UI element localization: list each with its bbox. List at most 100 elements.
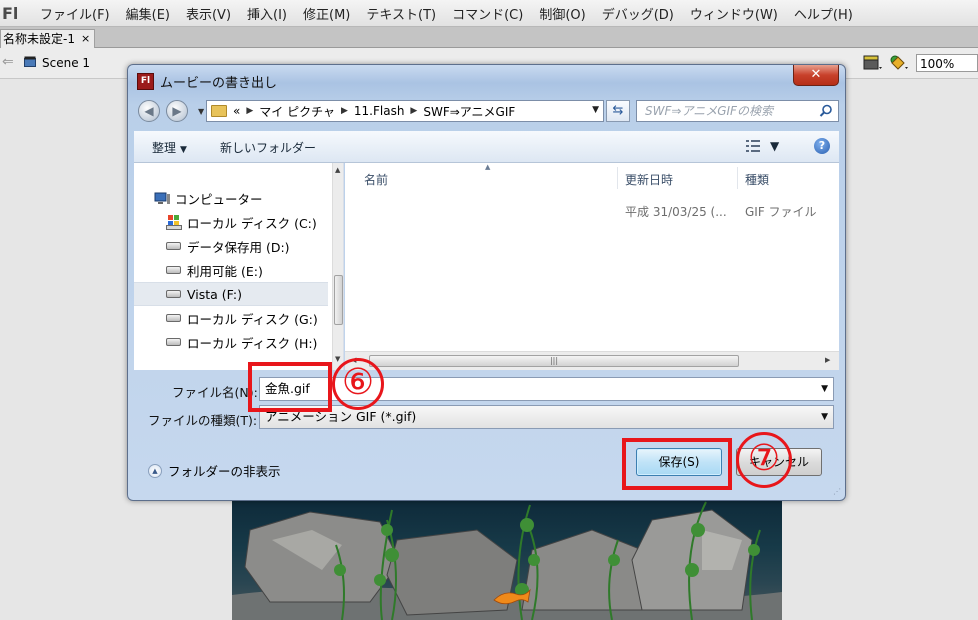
zoom-field[interactable]: 100% bbox=[916, 54, 978, 72]
aquarium-artwork bbox=[232, 501, 782, 620]
hide-folders-label: フォルダーの非表示 bbox=[168, 464, 281, 479]
flash-app-icon: Fl bbox=[137, 73, 154, 90]
chevron-right-icon[interactable]: ▶ bbox=[246, 106, 253, 116]
sort-ascending-icon: ▲ bbox=[485, 163, 491, 171]
filename-label: ファイル名(N): bbox=[172, 385, 258, 400]
menu-insert[interactable]: 挿入(I) bbox=[239, 4, 295, 23]
column-header-date[interactable]: 更新日時 bbox=[625, 171, 673, 188]
step-6-marker: ⑥ bbox=[332, 358, 384, 410]
nav-item-label: ローカル ディスク (G:) bbox=[187, 311, 318, 327]
nav-pane-scrollbar[interactable]: ▲ ▼ bbox=[332, 163, 343, 370]
edit-symbol-icon[interactable] bbox=[888, 53, 910, 73]
navigation-pane: コンピューター ローカル ディスク (C:) データ保存用 (D:) 利用可能 … bbox=[134, 163, 344, 370]
drive-icon bbox=[166, 266, 181, 274]
column-header-type[interactable]: 種類 bbox=[745, 171, 769, 188]
menu-window[interactable]: ウィンドウ(W) bbox=[682, 4, 786, 23]
nav-item-drive-f[interactable]: Vista (F:) bbox=[134, 282, 328, 306]
menu-modify[interactable]: 修正(M) bbox=[295, 4, 358, 23]
filename-dropdown-icon[interactable]: ▼ bbox=[821, 378, 828, 400]
nav-item-label: ローカル ディスク (C:) bbox=[187, 215, 317, 231]
dialog-close-button[interactable]: ✕ bbox=[793, 65, 839, 86]
command-bar: 整理 ▼ 新しいフォルダー ▼ ? bbox=[134, 131, 839, 163]
organize-menu[interactable]: 整理 ▼ bbox=[152, 139, 187, 156]
forward-button[interactable]: ▶ bbox=[166, 100, 188, 122]
chevron-right-icon[interactable]: ▶ bbox=[410, 106, 417, 116]
hide-folders-toggle[interactable]: ▲ フォルダーの非表示 bbox=[148, 461, 281, 480]
breadcrumb-my-pictures[interactable]: マイ ピクチャ bbox=[259, 103, 335, 120]
drive-icon bbox=[166, 314, 181, 322]
nav-item-drive-h[interactable]: ローカル ディスク (H:) bbox=[166, 331, 328, 353]
back-button[interactable]: ◀ bbox=[138, 100, 160, 122]
filetype-dropdown-icon[interactable]: ▼ bbox=[821, 406, 828, 428]
nav-pane-scroll-thumb[interactable] bbox=[334, 275, 343, 325]
scroll-right-icon[interactable]: ▶ bbox=[825, 356, 830, 364]
breadcrumb-overflow[interactable]: « bbox=[233, 104, 240, 118]
highlight-box-filename bbox=[248, 362, 332, 412]
help-icon[interactable]: ? bbox=[814, 138, 830, 154]
nav-item-label: 利用可能 (E:) bbox=[187, 263, 263, 279]
chevron-down-icon: ▼ bbox=[180, 145, 187, 155]
file-list: ▲ 名前 更新日時 種類 平成 31/03/25 (... GIF ファイル bbox=[345, 163, 839, 370]
menu-commands[interactable]: コマンド(C) bbox=[444, 4, 531, 23]
address-bar[interactable]: « ▶ マイ ピクチャ ▶ 11.Flash ▶ SWF⇒アニメGIF ▼ bbox=[206, 100, 604, 122]
chevron-up-icon: ▲ bbox=[148, 463, 162, 478]
refresh-button[interactable]: ⇆ bbox=[606, 100, 630, 122]
scroll-down-icon[interactable]: ▼ bbox=[335, 355, 340, 363]
nav-item-drive-d[interactable]: データ保存用 (D:) bbox=[166, 235, 328, 257]
flash-logo: Fl bbox=[2, 3, 19, 23]
tab-close-icon[interactable]: × bbox=[81, 30, 90, 48]
highlight-box-save bbox=[622, 438, 732, 490]
dialog-title: ムービーの書き出し bbox=[160, 76, 278, 91]
new-folder-button[interactable]: 新しいフォルダー bbox=[220, 139, 316, 156]
breadcrumb-current[interactable]: SWF⇒アニメGIF bbox=[423, 103, 515, 120]
search-icon[interactable] bbox=[819, 104, 833, 118]
menu-control[interactable]: 制御(O) bbox=[531, 4, 593, 23]
scroll-up-icon[interactable]: ▲ bbox=[335, 166, 340, 174]
scene-label[interactable]: Scene 1 bbox=[42, 56, 90, 70]
filetype-label: ファイルの種類(T): bbox=[148, 413, 258, 428]
nav-item-drive-g[interactable]: ローカル ディスク (G:) bbox=[166, 307, 328, 329]
search-placeholder: SWF⇒アニメGIFの検索 bbox=[645, 104, 773, 118]
menu-text[interactable]: テキスト(T) bbox=[358, 4, 444, 23]
history-dropdown-icon[interactable]: ▼ bbox=[198, 107, 204, 116]
edit-scene-icon[interactable] bbox=[862, 53, 884, 73]
stage-canvas bbox=[232, 500, 782, 620]
nav-item-label: Vista (F:) bbox=[187, 286, 242, 302]
nav-item-drive-c[interactable]: ローカル ディスク (C:) bbox=[166, 211, 328, 233]
folder-icon bbox=[211, 105, 227, 117]
windows-drive-icon bbox=[166, 215, 182, 230]
menu-help[interactable]: ヘルプ(H) bbox=[786, 4, 861, 23]
column-header-name[interactable]: 名前 bbox=[364, 171, 388, 188]
filetype-select[interactable]: アニメーション GIF (*.gif) ▼ bbox=[259, 405, 834, 429]
document-tab[interactable]: 名称未設定-1 × bbox=[0, 29, 96, 48]
menu-file[interactable]: ファイル(F) bbox=[32, 4, 118, 23]
column-divider[interactable] bbox=[737, 167, 738, 189]
nav-item-label: コンピューター bbox=[175, 191, 263, 207]
breadcrumb-flash[interactable]: 11.Flash bbox=[354, 104, 405, 118]
nav-item-drive-e[interactable]: 利用可能 (E:) bbox=[166, 259, 328, 281]
search-input[interactable]: SWF⇒アニメGIFの検索 bbox=[636, 100, 839, 122]
view-dropdown-icon[interactable]: ▼ bbox=[770, 139, 779, 153]
file-list-hscrollbar[interactable]: ◀ ||| ▶ bbox=[345, 351, 839, 370]
drive-icon bbox=[166, 338, 181, 346]
nav-item-label: データ保存用 (D:) bbox=[187, 239, 290, 255]
step-7-marker: ⑦ bbox=[736, 432, 792, 488]
organize-label: 整理 bbox=[152, 141, 177, 155]
resize-grip-icon[interactable]: ⋰ bbox=[833, 487, 841, 496]
drive-icon bbox=[166, 290, 181, 298]
chevron-right-icon[interactable]: ▶ bbox=[341, 106, 348, 116]
menu-view[interactable]: 表示(V) bbox=[178, 4, 239, 23]
menu-debug[interactable]: デバッグ(D) bbox=[594, 4, 682, 23]
nav-item-computer[interactable]: コンピューター bbox=[154, 187, 328, 209]
export-movie-dialog: Fl ムービーの書き出し ✕ ◀ ▶ ▼ « ▶ マイ ピクチャ ▶ 11.Fl… bbox=[127, 64, 846, 501]
file-list-scroll-thumb[interactable]: ||| bbox=[369, 355, 739, 367]
menu-edit[interactable]: 編集(E) bbox=[118, 4, 178, 23]
file-date: 平成 31/03/25 (... bbox=[625, 205, 727, 219]
view-options-icon[interactable] bbox=[746, 139, 764, 153]
back-arrow-icon[interactable]: ⇐ bbox=[2, 54, 14, 70]
computer-icon bbox=[154, 192, 170, 204]
column-divider[interactable] bbox=[617, 167, 618, 189]
nav-item-label: ローカル ディスク (H:) bbox=[187, 335, 318, 351]
address-dropdown-icon[interactable]: ▼ bbox=[592, 105, 599, 115]
scene-icon bbox=[24, 56, 36, 67]
